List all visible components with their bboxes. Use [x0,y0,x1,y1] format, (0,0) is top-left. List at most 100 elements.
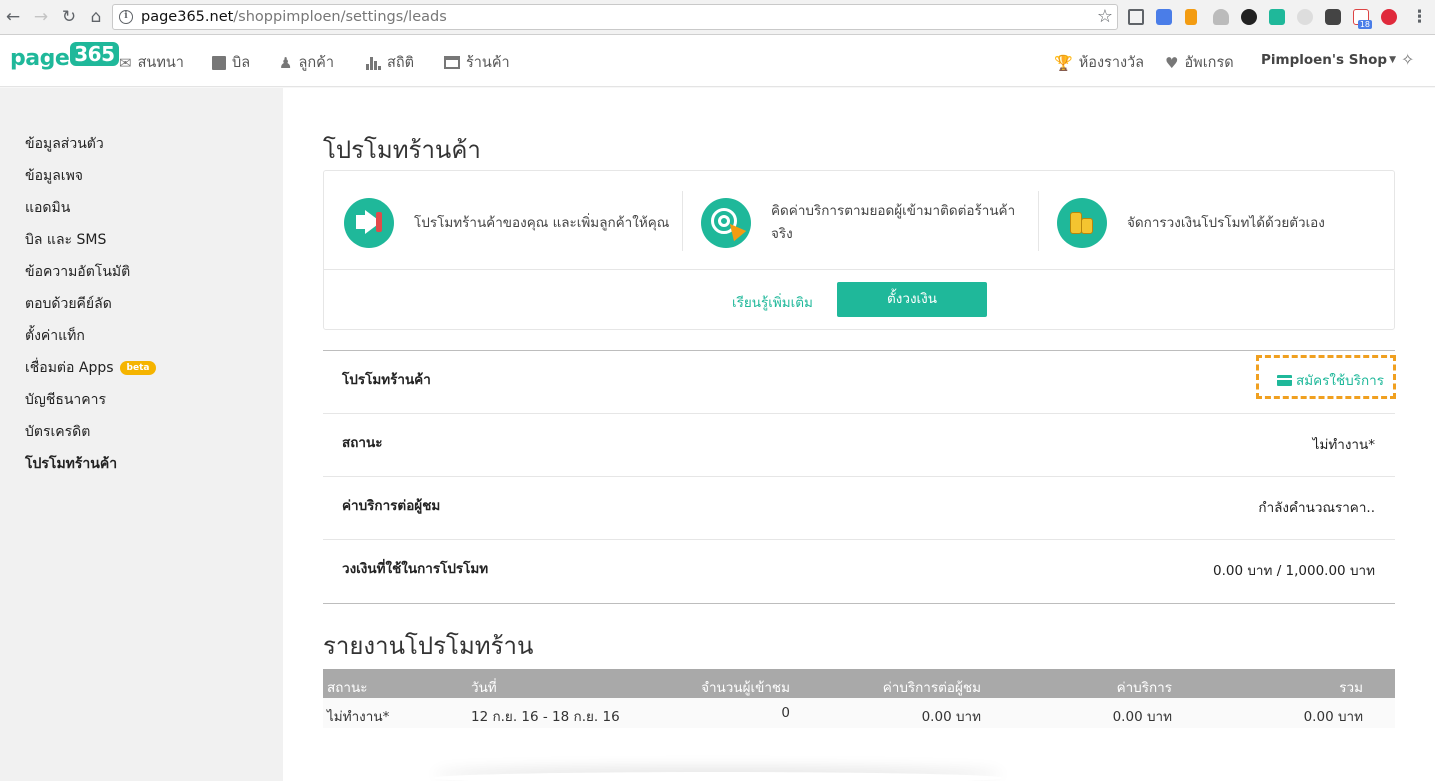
info-row-promote: โปรโมทร้านค้า สมัครใช้บริการ [323,351,1396,414]
nav-chat-label: สนทนา [137,55,184,71]
nav-customers[interactable]: ♟ ลูกค้า [279,51,334,74]
nav-trophy-label: ห้องรางวัล [1078,55,1145,71]
column-header: สถานะ [327,680,368,696]
nav-bills-label: บิล [232,55,251,71]
divider [324,269,1394,270]
footer-shadow [433,772,1003,781]
table-row: ไม่ทำงาน* 12 ก.ย. 16 - 18 ก.ย. 16 0 0.00… [323,698,1395,728]
sidebar-item-bills-sms[interactable]: บิล และ SMS [25,229,106,251]
set-budget-button[interactable]: ตั้งวงเงิน [837,282,987,317]
store-icon [444,56,460,69]
heart-icon: ♥ [1165,53,1179,72]
column-header: วันที่ [471,680,497,696]
page365-logo[interactable]: page 365 [10,42,119,71]
coins-icon [1057,198,1107,248]
table-cell: 0.00 บาท [921,709,981,725]
feature-text: โปรโมทร้านค้าของคุณ และเพิ่มลูกค้าให้คุณ [414,214,670,231]
table-cell: 0.00 บาท [1303,709,1363,725]
info-row-label: ค่าบริการต่อผู้ชม [342,498,441,514]
caret-down-icon: ▼ [1389,55,1396,65]
feature-item: โปรโมทร้านค้าของคุณ และเพิ่มลูกค้าให้คุณ [344,193,669,253]
nav-chat[interactable]: ✉ สนทนา [119,51,184,74]
nav-customers-label: ลูกค้า [298,55,334,71]
column-header: รวม [1339,680,1363,696]
pinterest-icon[interactable] [1381,9,1397,25]
translate-icon[interactable] [1156,9,1172,25]
back-arrow-icon[interactable]: ← [2,6,24,28]
camera-extension-icon[interactable] [1241,9,1257,25]
trophy-icon: 🏆 [1054,53,1073,72]
sidebar-item-connect-apps[interactable]: เชื่อมต่อ Apps beta [25,357,157,379]
nav-store[interactable]: ร้านค้า [444,51,510,74]
nav-store-label: ร้านค้า [466,55,510,71]
info-row-label: วงเงินที่ใช้ในการโปรโมท [342,561,489,577]
subscribe-button[interactable]: สมัครใช้บริการ [1277,369,1384,391]
status-value: ไม่ทำงาน* [1312,437,1375,453]
bar-chart-icon [366,56,381,70]
table-cell: 0 [781,705,790,721]
nav-bills[interactable]: บิล [212,51,250,74]
sidebar-item-admin[interactable]: แอดมิน [25,197,70,219]
divider [682,191,683,251]
budget-value: 0.00 บาท / 1,000.00 บาท [1213,563,1375,579]
megaphone-icon [344,198,394,248]
home-icon[interactable]: ⌂ [85,6,107,28]
bookmark-star-icon[interactable]: ☆ [1097,6,1113,27]
envelope-icon: ✉ [119,53,132,72]
address-bar[interactable]: i page365.net/shoppimploen/settings/lead… [112,4,1118,30]
nav-stats-label: สถิติ [387,55,415,71]
feature-text: คิดค่าบริการตามยอดผู้เข้ามาติดต่อร้านค้า… [771,203,1016,242]
sidebar-item-shortcuts[interactable]: ตอบด้วยคีย์ลัด [25,293,112,315]
shop-menu[interactable]: Pimploen's Shop ▼ [1261,52,1396,68]
column-header: ค่าบริการ [1116,680,1172,696]
learn-more-link[interactable]: เรียนรู้เพิ่มเติม [732,291,813,313]
nav-upgrade[interactable]: ♥ อัพเกรด [1165,51,1234,74]
info-row-budget: วงเงินที่ใช้ในการโปรโมท 0.00 บาท / 1,000… [323,540,1395,603]
browser-menu-icon[interactable]: ⋮ [1411,5,1428,29]
promo-intro-card: โปรโมทร้านค้าของคุณ และเพิ่มลูกค้าให้คุณ… [323,170,1395,330]
users-icon: ♟ [279,53,293,72]
page365-extension-icon[interactable] [1269,9,1285,25]
sidebar-item-page-info[interactable]: ข้อมูลเพจ [25,165,83,187]
column-header: ค่าบริการต่อผู้ชม [882,680,981,696]
forward-arrow-icon[interactable]: → [30,6,52,28]
sidebar-item-auto-message[interactable]: ข้อความอัตโนมัติ [25,261,130,283]
drive-icon[interactable] [1213,9,1229,25]
url-text: page365.net/shoppimploen/settings/leads [141,9,447,25]
sidebar-item-profile[interactable]: ข้อมูลส่วนตัว [25,133,104,155]
feature-item: จัดการวงเงินโปรโมทได้ด้วยตัวเอง [1057,193,1325,253]
magic-wand-icon[interactable]: ✧ [1401,50,1414,69]
nav-trophy-room[interactable]: 🏆 ห้องรางวัล [1054,51,1144,74]
nav-stats[interactable]: สถิติ [366,51,414,74]
info-icon[interactable]: i [119,10,133,24]
nav-upgrade-label: อัพเกรด [1184,55,1234,71]
report-table: สถานะ วันที่ จำนวนผู้เข้าชม ค่าบริการต่อ… [323,669,1395,728]
sidebar-item-bank-account[interactable]: บัญชีธนาคาร [25,389,106,411]
feature-item: คิดค่าบริการตามยอดผู้เข้ามาติดต่อร้านค้า… [701,193,1021,253]
sidebar-item-credit-card[interactable]: บัตรเครดิต [25,421,90,443]
shopping-bag-icon [212,55,226,70]
promotion-info-table: โปรโมทร้านค้า สมัครใช้บริการ สถานะ ไม่ทำ… [323,350,1396,604]
cast-icon[interactable] [1128,9,1144,25]
report-title: รายงานโปรโมทร้าน [323,632,534,660]
feature-text: จัดการวงเงินโปรโมทได้ด้วยตัวเอง [1127,214,1325,231]
page-title: โปรโมทร้านค้า [323,136,481,164]
column-header: จำนวนผู้เข้าชม [701,680,790,696]
cost-per-view-value: กำลังคำนวณราคา.. [1258,500,1375,516]
target-click-icon [701,198,751,248]
divider [1038,191,1039,251]
sidebar-item-tags[interactable]: ตั้งค่าแท็ก [25,325,85,347]
credit-card-icon [1277,374,1292,386]
video-extension-icon[interactable] [1325,9,1341,25]
reload-icon[interactable]: ↻ [58,6,80,28]
bookmark-extension-icon[interactable] [1185,9,1197,25]
main-content: โปรโมทร้านค้า โปรโมทร้านค้าของคุณ และเพิ… [283,88,1435,781]
table-cell: ไม่ทำงาน* [327,709,390,725]
sidebar-item-promote-store[interactable]: โปรโมทร้านค้า [25,453,117,475]
app-header: page 365 ✉ สนทนา บิล ♟ ลูกค้า สถิติ ร้านค… [0,35,1435,87]
shop-name: Pimploen's Shop [1261,52,1388,68]
gmail-icon[interactable]: 18 [1353,9,1372,29]
table-cell: 0.00 บาท [1112,709,1172,725]
info-row-status: สถานะ ไม่ทำงาน* [323,414,1395,477]
extension-icon[interactable] [1297,9,1313,25]
